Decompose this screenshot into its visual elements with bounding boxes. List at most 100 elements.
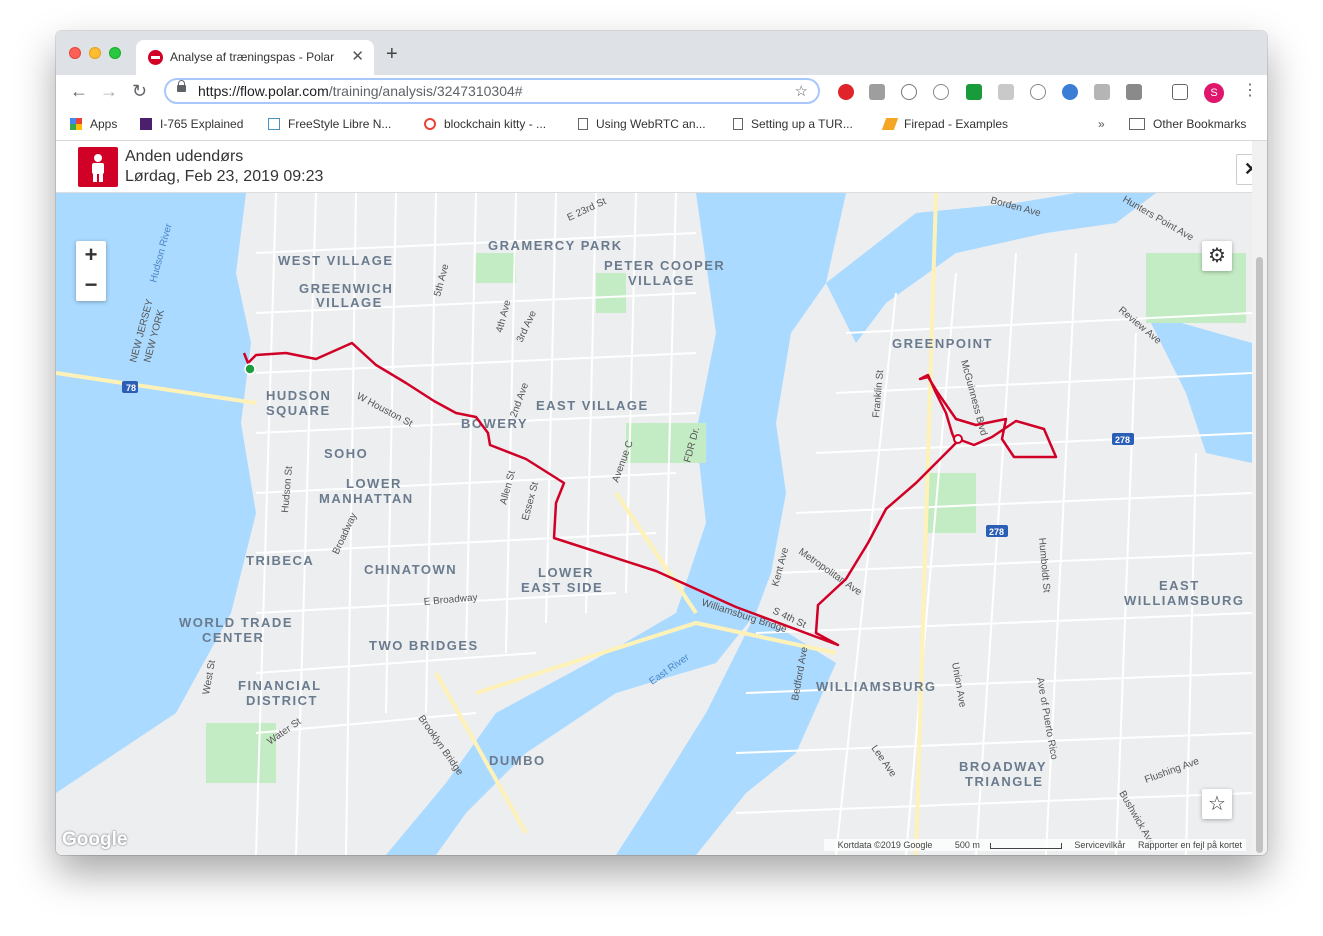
cast-icon[interactable] bbox=[1172, 84, 1188, 100]
bookmark-label: Setting up a TUR... bbox=[751, 117, 853, 131]
map-label: LOWER bbox=[538, 565, 594, 580]
bookmark-label: I-765 Explained bbox=[160, 117, 244, 131]
map-label: DUMBO bbox=[489, 753, 546, 768]
bookmark-firepad[interactable]: Firepad - Examples bbox=[881, 117, 1009, 131]
scrollbar-thumb[interactable] bbox=[1256, 257, 1263, 853]
address-bar[interactable]: https://flow.polar.com/training/analysis… bbox=[164, 78, 820, 104]
map-label: TWO BRIDGES bbox=[369, 638, 479, 653]
minimize-window-icon[interactable] bbox=[89, 47, 101, 59]
bookmarks-overflow-icon[interactable]: » bbox=[1098, 117, 1105, 131]
document-icon bbox=[733, 118, 743, 130]
map-label: EAST SIDE bbox=[521, 580, 603, 595]
url-host: https://flow.polar.com bbox=[198, 83, 329, 99]
report-error-link[interactable]: Rapporter en fejl på kortet bbox=[1138, 840, 1242, 850]
document-icon bbox=[578, 118, 588, 130]
zoom-in-button[interactable]: + bbox=[76, 241, 106, 271]
session-header: Anden udendørs Lørdag, Feb 23, 2019 09:2… bbox=[56, 141, 1267, 193]
map-label: MANHATTAN bbox=[319, 491, 414, 506]
bookmark-webrtc[interactable]: Using WebRTC an... bbox=[578, 117, 706, 131]
tab-title: Analyse af træningspas - Polar bbox=[170, 50, 335, 64]
map-label: WORLD TRADE bbox=[179, 615, 293, 630]
route-start-icon bbox=[244, 363, 256, 375]
highway-shield-label: 278 bbox=[989, 527, 1004, 537]
skype-extension-icon[interactable] bbox=[933, 84, 949, 100]
map-label: VILLAGE bbox=[628, 273, 695, 288]
new-tab-icon[interactable]: + bbox=[386, 43, 398, 66]
map-scale: 500 m bbox=[945, 840, 1062, 850]
drop-extension-icon[interactable] bbox=[1030, 84, 1046, 100]
bookmark-star-icon[interactable]: ☆ bbox=[795, 82, 808, 100]
cors-extension-icon[interactable] bbox=[966, 84, 982, 100]
bookmark-i765[interactable]: I-765 Explained bbox=[140, 117, 243, 131]
session-datetime: Lørdag, Feb 23, 2019 09:23 bbox=[125, 168, 324, 185]
map-scale-label: 500 m bbox=[954, 840, 980, 850]
tab-polar-analysis[interactable]: Analyse af træningspas - Polar ✕ bbox=[136, 40, 374, 75]
browser-toolbar: ← → ↻ https://flow.polar.com/training/an… bbox=[56, 75, 1267, 109]
scale-bar bbox=[989, 843, 1062, 849]
map-data-credit: Kortdata ©2019 Google bbox=[837, 840, 933, 850]
favorite-star-icon[interactable]: ☆ bbox=[1202, 789, 1232, 819]
url-path: /training/analysis/3247310304# bbox=[328, 83, 523, 99]
tab-strip: Analyse af træningspas - Polar ✕ + bbox=[56, 31, 1267, 75]
map-label: VILLAGE bbox=[316, 295, 383, 310]
zoom-controls: + − bbox=[76, 241, 106, 301]
bookmark-other[interactable]: Other Bookmarks bbox=[1129, 117, 1246, 131]
tab-close-icon[interactable]: ✕ bbox=[351, 47, 364, 65]
map-label: GRAMERCY PARK bbox=[488, 238, 623, 253]
highway-shield-label: 78 bbox=[126, 383, 136, 393]
route-map[interactable]: WEST VILLAGE GREENWICH VILLAGE GRAMERCY … bbox=[56, 193, 1252, 855]
s-extension-icon[interactable] bbox=[869, 84, 885, 100]
apps-grid-icon bbox=[70, 118, 82, 130]
zoom-out-button[interactable]: − bbox=[76, 271, 106, 301]
close-window-icon[interactable] bbox=[69, 47, 81, 59]
map-label: BROADWAY bbox=[959, 759, 1047, 774]
folder-icon bbox=[1129, 118, 1145, 130]
bookmark-apps[interactable]: Apps bbox=[70, 117, 117, 131]
map-label: WILLIAMSBURG bbox=[816, 679, 937, 694]
chrome-menu-icon[interactable]: ⋮ bbox=[1242, 80, 1258, 100]
bookmark-turn[interactable]: Setting up a TUR... bbox=[733, 117, 853, 131]
page-scrollbar[interactable] bbox=[1252, 141, 1267, 855]
map-label: PETER COOPER bbox=[604, 258, 725, 273]
minus-extension-icon[interactable] bbox=[1126, 84, 1142, 100]
sport-person-icon bbox=[78, 147, 118, 187]
uscis-icon bbox=[140, 118, 152, 130]
maximize-window-icon[interactable] bbox=[109, 47, 121, 59]
route-end-icon bbox=[953, 434, 963, 444]
map-label: DISTRICT bbox=[246, 693, 318, 708]
map-settings-gear-icon[interactable]: ⚙ bbox=[1202, 241, 1232, 271]
polar-favicon-icon bbox=[148, 50, 163, 65]
map-label: GREENWICH bbox=[299, 281, 393, 296]
map-label: LOWER bbox=[346, 476, 402, 491]
profile-avatar[interactable]: S bbox=[1204, 83, 1224, 103]
map-label: SOHO bbox=[324, 446, 368, 461]
page-content: Anden udendørs Lørdag, Feb 23, 2019 09:2… bbox=[56, 141, 1267, 855]
code-extension-icon[interactable] bbox=[901, 84, 917, 100]
map-label: WEST VILLAGE bbox=[278, 253, 394, 268]
map-label: CENTER bbox=[202, 630, 264, 645]
terms-link[interactable]: Servicevilkår bbox=[1074, 840, 1125, 850]
firepad-icon bbox=[881, 118, 899, 130]
info-extension-icon[interactable] bbox=[1062, 84, 1078, 100]
map-label: HUDSON bbox=[266, 388, 331, 403]
highway-shield-label: 278 bbox=[1115, 435, 1130, 445]
session-title: Anden udendørs bbox=[125, 148, 244, 165]
map-label: WILLIAMSBURG bbox=[1124, 593, 1245, 608]
bookmark-label: FreeStyle Libre N... bbox=[288, 117, 392, 131]
facebook-extension-icon[interactable] bbox=[1094, 84, 1110, 100]
bookmark-blockchain[interactable]: blockchain kitty - ... bbox=[424, 117, 546, 131]
bookmark-label: Firepad - Examples bbox=[904, 117, 1009, 131]
map-label: SQUARE bbox=[266, 403, 331, 418]
reload-icon[interactable]: ↻ bbox=[132, 81, 147, 102]
back-icon[interactable]: ← bbox=[70, 81, 88, 102]
adblock-extension-icon[interactable] bbox=[838, 84, 854, 100]
map-canvas[interactable]: WEST VILLAGE GREENWICH VILLAGE GRAMERCY … bbox=[56, 193, 1252, 855]
map-label: EAST bbox=[1159, 578, 1200, 593]
map-label: EAST VILLAGE bbox=[536, 398, 649, 413]
chat-extension-icon[interactable] bbox=[998, 84, 1014, 100]
url-text[interactable]: https://flow.polar.com/training/analysis… bbox=[198, 83, 523, 99]
bookmark-label: Using WebRTC an... bbox=[596, 117, 706, 131]
forward-icon[interactable]: → bbox=[100, 81, 118, 102]
map-label: TRIBECA bbox=[246, 553, 314, 568]
bookmark-freestyle[interactable]: FreeStyle Libre N... bbox=[268, 117, 391, 131]
